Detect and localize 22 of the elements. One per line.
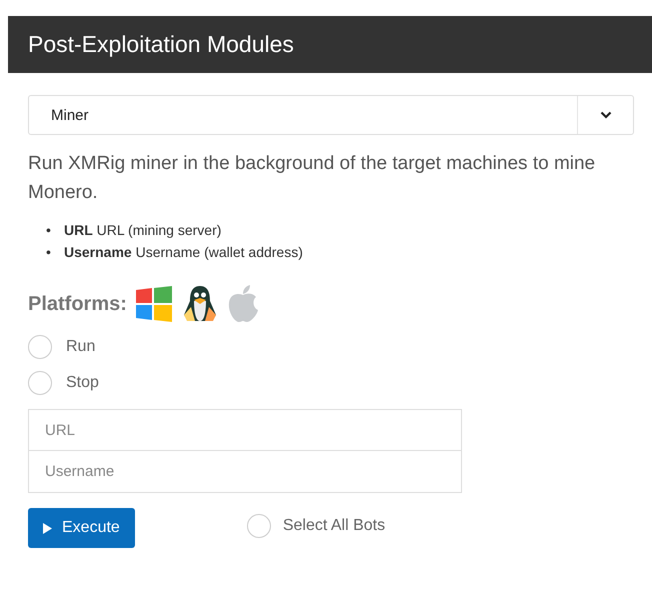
bullet: • bbox=[46, 243, 52, 262]
radio-button[interactable] bbox=[28, 371, 52, 395]
radio-label: Stop bbox=[66, 374, 99, 392]
radio-button[interactable] bbox=[28, 335, 52, 359]
platforms-label: Platforms: bbox=[28, 292, 127, 316]
chevron-icon bbox=[600, 111, 612, 119]
parameter-item: URL URL (mining server) bbox=[64, 221, 222, 240]
select-all-label: Select All Bots bbox=[282, 517, 386, 535]
execute-button[interactable]: Execute bbox=[28, 508, 135, 548]
apple-icon bbox=[226, 285, 259, 323]
select-all-radio[interactable] bbox=[246, 514, 271, 538]
header-title: Post-Exploitation Modules bbox=[28, 31, 294, 58]
dropdown-value: Miner bbox=[50, 106, 90, 126]
input-field[interactable]: URL bbox=[28, 409, 462, 451]
input-field[interactable]: Username bbox=[28, 451, 462, 493]
radio-label: Run bbox=[66, 338, 96, 356]
play-icon bbox=[43, 522, 52, 534]
module-dropdown[interactable]: Miner bbox=[28, 95, 634, 135]
windows-icon bbox=[134, 286, 173, 322]
parameter-item: Username Username (wallet address) bbox=[64, 243, 303, 262]
bullet: • bbox=[46, 221, 52, 240]
module-description: Run XMRig miner in the background of the target machines to mine Monero. bbox=[28, 152, 596, 205]
